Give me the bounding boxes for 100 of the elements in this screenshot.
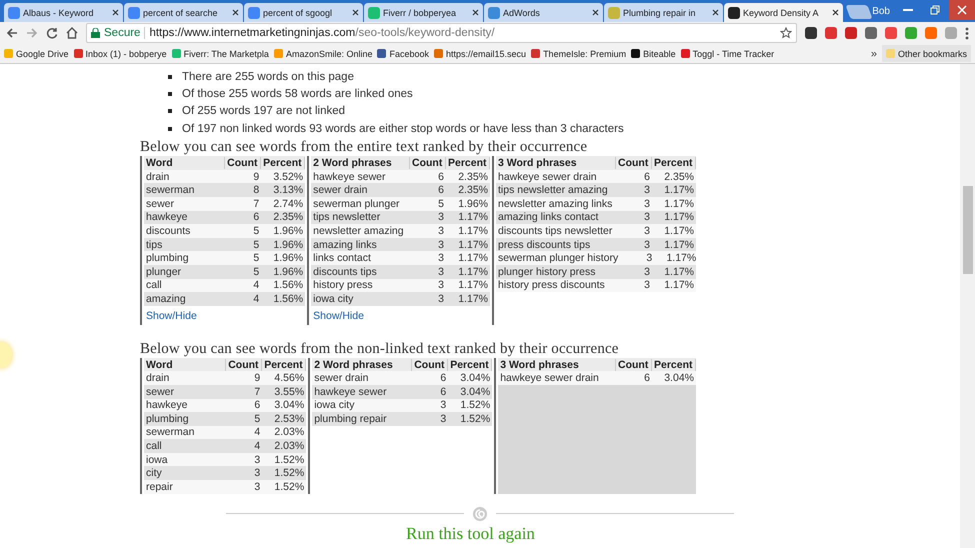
tab-favicon-icon bbox=[608, 6, 620, 18]
scrollbar-thumb[interactable] bbox=[963, 186, 973, 274]
home-icon[interactable] bbox=[66, 27, 78, 39]
profile-name[interactable]: Bob bbox=[872, 6, 890, 16]
tab-favicon-icon bbox=[248, 6, 260, 18]
table-cell-text: 3 bbox=[437, 211, 445, 224]
table-cell-text: 3.04% bbox=[459, 372, 492, 384]
table-cell-text: 3 bbox=[437, 266, 445, 278]
table-cell-text: 3 bbox=[643, 184, 651, 196]
table-cell-text: sewerman bbox=[145, 184, 196, 196]
table-cell-text: hawkeye bbox=[145, 399, 188, 412]
table-cell-text: 3 bbox=[437, 224, 445, 237]
close-icon[interactable] bbox=[712, 9, 719, 16]
close-icon[interactable] bbox=[232, 9, 239, 16]
table-cell-text: history press bbox=[312, 279, 374, 292]
table-cell-text: 3.55% bbox=[273, 386, 306, 398]
bookmark[interactable]: ThemeIsle: Premium bbox=[531, 48, 626, 58]
table-cell-text: plunger history press bbox=[497, 266, 596, 278]
tab-favicon-icon bbox=[8, 6, 20, 18]
column-header: Percent bbox=[652, 156, 696, 169]
star-icon[interactable] bbox=[780, 27, 792, 39]
bookmark[interactable]: AmazonSmile: Online bbox=[274, 48, 372, 58]
browser-tab[interactable]: percent of searche bbox=[124, 3, 243, 22]
table-cell-text: 3 bbox=[643, 266, 651, 278]
tab-favicon-icon bbox=[488, 6, 500, 18]
table-cell-text: 1.96% bbox=[272, 252, 304, 264]
address-bar[interactable]: Secure https://www.internetmarketingninjas.com/seo-tools/keyword-density/ bbox=[86, 23, 797, 43]
table-cell-text: 3.04% bbox=[663, 372, 695, 384]
more-bookmarks-button[interactable]: » bbox=[870, 48, 877, 60]
table-cell-text: press discounts tips bbox=[497, 238, 592, 251]
table-cell-text: 4 bbox=[252, 292, 260, 305]
close-icon[interactable] bbox=[592, 9, 599, 16]
close-icon[interactable] bbox=[832, 9, 839, 16]
tab-favicon-icon bbox=[368, 6, 380, 18]
table-cell-text: hawkeye sewer bbox=[312, 170, 387, 183]
bookmark[interactable]: Google Drive bbox=[4, 48, 69, 58]
close-window-button[interactable] bbox=[949, 0, 975, 20]
bookmark[interactable]: Facebook bbox=[377, 48, 430, 58]
table-cell-text: 1.96% bbox=[272, 266, 304, 278]
menu-icon[interactable] bbox=[965, 26, 969, 40]
bullet-icon bbox=[168, 74, 172, 79]
table-cell-text: hawkeye sewer bbox=[313, 386, 388, 398]
section-heading: Below you can see words from the entire text ranked by their occurrence bbox=[140, 139, 588, 156]
browser-tab[interactable]: Plumbing repair in bbox=[604, 3, 723, 22]
other-bookmarks[interactable]: Other bookmarks bbox=[882, 45, 971, 62]
column-header: Word bbox=[144, 156, 226, 169]
browser-tab[interactable]: Keyword Density A bbox=[724, 3, 843, 22]
column-header: Count bbox=[410, 156, 446, 169]
table-cell-text: 5 bbox=[252, 224, 260, 237]
table-cell-text: 2.35% bbox=[457, 170, 489, 183]
table-cell-text: 3 bbox=[437, 238, 445, 251]
bookmark[interactable]: Biteable bbox=[631, 48, 676, 58]
table-cell-text: 1.17% bbox=[663, 238, 695, 251]
browser-tab[interactable]: AdWords bbox=[484, 3, 603, 22]
bullet-icon bbox=[168, 109, 172, 114]
table-cell-text: repair bbox=[145, 480, 174, 493]
reload-icon[interactable] bbox=[46, 27, 58, 39]
column-header: Percent bbox=[261, 156, 306, 169]
table-cell-text: 3 bbox=[253, 454, 262, 466]
table-cell-text: drain bbox=[145, 372, 170, 384]
table-cell-text: 1.17% bbox=[663, 198, 695, 210]
browser-tab[interactable]: percent of sgoogl bbox=[244, 3, 363, 22]
bookmark[interactable]: Fiverr: The Marketpla bbox=[172, 48, 269, 58]
table-cell-text: 1.17% bbox=[457, 279, 489, 292]
table-cell-text: 1.96% bbox=[272, 224, 304, 237]
browser-tab[interactable]: Albaus - Keyword bbox=[4, 3, 123, 22]
extension-icon[interactable] bbox=[865, 27, 877, 39]
extension-icon[interactable] bbox=[845, 27, 857, 39]
show-hide-link[interactable]: Show/Hide bbox=[311, 306, 366, 325]
bookmark[interactable]: https://email15.secu bbox=[434, 48, 526, 58]
bookmark[interactable]: Toggl - Time Tracker bbox=[680, 48, 774, 58]
section-heading: Below you can see words from the non-linked text ranked by their occurrence bbox=[140, 340, 620, 358]
table-cell-text: hawkeye bbox=[145, 211, 188, 224]
table-cell-text: 1.52% bbox=[273, 467, 306, 480]
table-cell-text: 1.96% bbox=[272, 238, 304, 251]
table-cell-text: 2.35% bbox=[457, 184, 489, 196]
table-cell-text: 7 bbox=[252, 198, 260, 210]
new-tab-button[interactable] bbox=[845, 5, 873, 19]
table-cell-text: 3 bbox=[645, 252, 654, 264]
restore-icon bbox=[930, 5, 940, 15]
close-icon[interactable] bbox=[352, 9, 359, 16]
show-hide-link[interactable]: Show/Hide bbox=[144, 306, 199, 325]
table-cell-text: 3 bbox=[253, 467, 262, 480]
table-cell-text: 7 bbox=[253, 386, 262, 398]
close-icon[interactable] bbox=[112, 9, 119, 16]
browser-tab[interactable]: Fiverr / bobperyea bbox=[364, 3, 483, 22]
bookmark[interactable]: Inbox (1) - bobperye bbox=[74, 48, 167, 58]
table-cell-text: 4 bbox=[253, 440, 262, 452]
table-cell-text: 3 bbox=[437, 252, 445, 264]
extension-icon[interactable] bbox=[805, 27, 817, 39]
scrollbar[interactable] bbox=[960, 64, 975, 548]
table-cell-text: 3 bbox=[437, 292, 445, 305]
table-cell-text: 1.17% bbox=[663, 279, 695, 292]
close-icon[interactable] bbox=[472, 9, 479, 16]
back-icon[interactable] bbox=[6, 27, 18, 39]
table-cell-text: 6 bbox=[437, 184, 445, 196]
table-cell-text: drain bbox=[145, 170, 170, 183]
table-cell-text: 1.56% bbox=[272, 292, 304, 305]
table-cell-text: 1.17% bbox=[663, 224, 695, 237]
minimize-icon bbox=[903, 9, 913, 11]
